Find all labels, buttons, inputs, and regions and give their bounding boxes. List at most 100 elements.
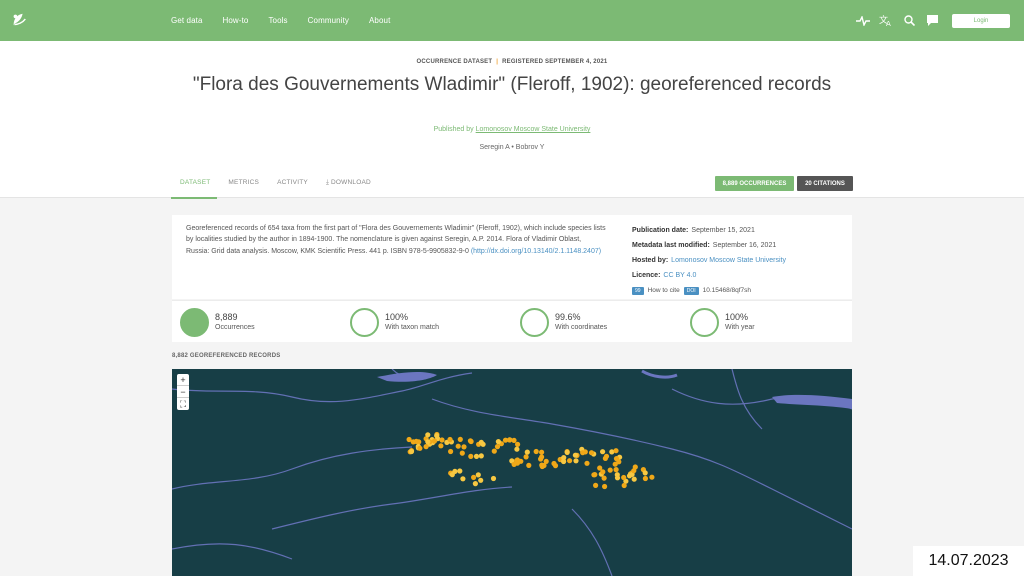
kicker-separator: | [496, 59, 499, 65]
dataset-type: OCCURRENCE DATASET [416, 59, 493, 65]
description-card: Georeferenced records of 654 taxa from t… [172, 215, 852, 299]
occurrence-point [473, 453, 480, 459]
occurrence-point [502, 437, 509, 443]
dataset-stats: 8,889 Occurrences 100% With taxon match 99… [172, 300, 852, 342]
tab-activity[interactable]: ACTIVITY [277, 179, 308, 187]
login-button[interactable]: Login [952, 13, 1010, 28]
occurrence-point [526, 462, 532, 468]
zoom-in-button[interactable]: + [177, 374, 189, 386]
occurrence-point [472, 481, 478, 487]
dataset-description: Georeferenced records of 654 taxa from t… [186, 223, 606, 257]
reservoir [641, 369, 678, 379]
stat-year[interactable]: 100% With year [690, 307, 755, 337]
licence-row: Licence: CC BY 4.0 [632, 268, 842, 283]
nav-community[interactable]: Community [308, 16, 349, 25]
stat-taxon-match[interactable]: 100% With taxon match [350, 307, 439, 337]
reservoir [377, 371, 437, 382]
tab-metrics[interactable]: METRICS [228, 179, 259, 187]
stat-value: 100% [385, 312, 409, 322]
occurrence-point [478, 477, 484, 483]
doi-value[interactable]: 10.15468/8qf7sh [703, 287, 751, 294]
dataset-metadata: Publication date: September 15, 2021 Meta… [632, 223, 842, 298]
occurrence-point [475, 472, 481, 478]
dataset-tabs: DATASET METRICS ACTIVITY ⤓ DOWNLOAD [180, 179, 389, 187]
occurrence-point [631, 476, 637, 482]
occurrence-map[interactable]: + − ⛶ [172, 369, 852, 576]
river-line [431, 398, 852, 530]
hosted-by-link[interactable]: Lomonosov Moscow State University [671, 257, 786, 264]
publication-date-row: Publication date: September 15, 2021 [632, 223, 842, 238]
occurrences-ring-icon [180, 307, 209, 337]
activity-icon[interactable] [856, 14, 870, 28]
occurrence-point [423, 444, 429, 450]
metadata-modified-value: September 16, 2021 [712, 242, 777, 249]
year-ring-icon [690, 307, 719, 337]
occurrence-point [621, 474, 627, 481]
stat-occurrences[interactable]: 8,889 Occurrences [180, 307, 255, 337]
search-icon[interactable] [902, 14, 916, 28]
occurrence-point [514, 446, 520, 452]
occurrence-point [538, 456, 544, 462]
how-to-cite-link[interactable]: How to cite [648, 287, 680, 294]
citations-button[interactable]: 20 CITATIONS [797, 176, 853, 191]
occurrence-point [491, 448, 497, 454]
doi-link[interactable]: (http://dx.doi.org/10.13140/2.1.1148.240… [471, 248, 601, 255]
stat-label: With taxon match [385, 324, 440, 331]
stat-value: 100% [725, 312, 749, 322]
occurrence-point [588, 450, 595, 456]
river-line [731, 369, 763, 430]
taxon-match-ring-icon [350, 307, 379, 337]
occurrence-point [523, 454, 529, 460]
top-navigation-bar: Get data How-to Tools Community About 文A… [0, 0, 1024, 41]
translate-icon[interactable]: 文A [879, 14, 893, 28]
stat-label: Occurrences [215, 324, 255, 331]
nav-tools[interactable]: Tools [268, 16, 287, 25]
occurrence-point [632, 464, 638, 470]
hosted-by-row: Hosted by: Lomonosov Moscow State Univers… [632, 253, 842, 268]
occurrence-point [408, 448, 415, 455]
gbif-logo-icon[interactable] [10, 11, 28, 29]
chat-icon[interactable] [925, 14, 939, 28]
occurrence-point [460, 476, 466, 482]
cite-row: 99 How to cite DOI 10.15468/8qf7sh [632, 283, 842, 298]
nav-get-data[interactable]: Get data [171, 16, 203, 25]
occurrence-point [490, 475, 497, 482]
hosted-by-label: Hosted by: [632, 257, 669, 264]
occurrence-point [592, 472, 598, 478]
occurrence-point [543, 458, 549, 464]
licence-label: Licence: [632, 272, 661, 279]
occurrence-point [459, 450, 465, 456]
stat-value: 99.6% [555, 312, 581, 322]
occurrence-point [515, 441, 521, 447]
occurrence-point [413, 438, 419, 444]
licence-link[interactable]: CC BY 4.0 [663, 272, 696, 279]
occurrences-button[interactable]: 8,889 OCCURRENCES [715, 176, 794, 191]
occurrence-point [511, 461, 517, 467]
stat-label: With coordinates [555, 324, 608, 331]
nav-how-to[interactable]: How-to [223, 16, 249, 25]
occurrence-point [468, 438, 474, 445]
occurrence-point [478, 453, 484, 459]
reservoir [772, 394, 852, 409]
publisher-link[interactable]: Lomonosov Moscow State University [476, 126, 591, 133]
occurrence-point [642, 470, 648, 476]
dataset-kicker: OCCURRENCE DATASET | REGISTERED SEPTEMBER … [0, 59, 1024, 65]
occurrence-point [551, 460, 557, 467]
dataset-header: OCCURRENCE DATASET | REGISTERED SEPTEMBER … [0, 41, 1024, 199]
stat-coordinates[interactable]: 99.6% With coordinates [520, 307, 607, 337]
zoom-out-button[interactable]: − [177, 386, 189, 398]
occurrence-point [431, 438, 438, 444]
coordinates-ring-icon [520, 307, 549, 337]
fullscreen-icon[interactable]: ⛶ [177, 398, 189, 410]
tab-download[interactable]: ⤓ DOWNLOAD [326, 179, 371, 187]
river-line [172, 543, 293, 560]
occurrence-point [602, 455, 608, 461]
occurrence-point [580, 450, 586, 456]
doi-badge: DOI [683, 286, 699, 295]
tab-dataset[interactable]: DATASET [180, 179, 210, 187]
occurrence-point [533, 448, 539, 455]
date-stamp: 14.07.2023 [913, 546, 1024, 576]
occurrence-point [461, 444, 467, 450]
nav-about[interactable]: About [369, 16, 390, 25]
occurrence-point [524, 449, 530, 455]
